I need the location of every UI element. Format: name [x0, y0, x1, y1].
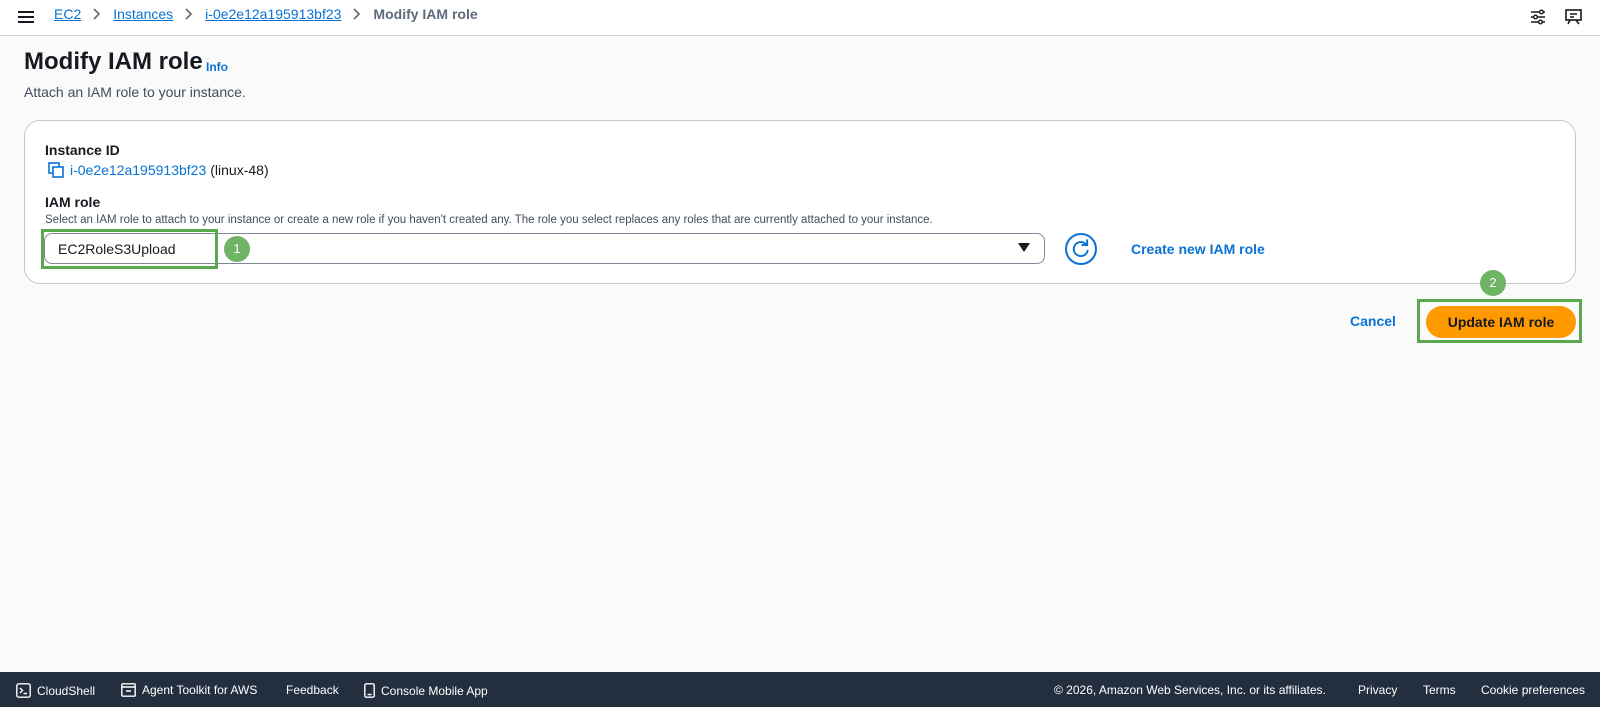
settings-sliders-icon[interactable]	[1528, 7, 1548, 27]
page-title: Modify IAM role	[24, 48, 203, 75]
update-iam-role-button[interactable]: Update IAM role	[1426, 306, 1576, 338]
step-marker-2: 2	[1480, 270, 1506, 296]
top-navigation-bar: EC2 Instances i-0e2e12a195913bf23 Modify…	[0, 0, 1600, 36]
cloudshell-label: CloudShell	[37, 683, 96, 698]
feedback-link[interactable]: Feedback	[286, 683, 339, 697]
iam-role-label: IAM role	[45, 194, 101, 210]
privacy-link[interactable]: Privacy	[1358, 683, 1397, 697]
refresh-icon[interactable]	[1065, 233, 1097, 265]
iam-role-hint: Select an IAM role to attach to your ins…	[45, 214, 933, 226]
breadcrumb: EC2 Instances i-0e2e12a195913bf23 Modify…	[54, 6, 478, 22]
caret-down-icon	[1018, 243, 1030, 252]
console-mobile-app-link[interactable]: Console Mobile App	[364, 683, 488, 698]
chevron-right-icon	[353, 8, 361, 20]
breadcrumb-instance-id[interactable]: i-0e2e12a195913bf23	[205, 6, 341, 22]
agent-toolkit-button[interactable]: Agent Toolkit for AWS	[121, 683, 257, 697]
phone-icon	[364, 683, 375, 698]
page-description: Attach an IAM role to your instance.	[24, 84, 246, 100]
cookie-preferences-link[interactable]: Cookie preferences	[1481, 683, 1585, 697]
breadcrumb-instances[interactable]: Instances	[113, 6, 173, 22]
chevron-right-icon	[93, 8, 101, 20]
highlight-box-role	[41, 229, 218, 269]
copyright-text: © 2026, Amazon Web Services, Inc. or its…	[1054, 683, 1326, 697]
toolkit-icon	[121, 683, 136, 697]
step-marker-1: 1	[224, 236, 250, 262]
terms-link[interactable]: Terms	[1423, 683, 1456, 697]
instance-id-value: i-0e2e12a195913bf23 (linux-48)	[48, 162, 269, 178]
copy-icon[interactable]	[48, 162, 64, 178]
cancel-button[interactable]: Cancel	[1350, 313, 1396, 329]
instance-name: (linux-48)	[210, 162, 269, 178]
instance-id-link[interactable]: i-0e2e12a195913bf23	[70, 162, 206, 178]
info-link[interactable]: Info	[206, 60, 228, 74]
agent-toolkit-label: Agent Toolkit for AWS	[142, 683, 258, 697]
footer: CloudShell Agent Toolkit for AWS Feedbac…	[0, 672, 1600, 707]
instance-id-label: Instance ID	[45, 142, 120, 158]
breadcrumb-current: Modify IAM role	[373, 6, 478, 22]
cloudshell-button[interactable]: CloudShell	[16, 683, 95, 698]
terminal-icon	[16, 683, 31, 698]
chevron-right-icon	[185, 8, 193, 20]
menu-icon[interactable]	[18, 8, 36, 26]
create-new-iam-role-link[interactable]: Create new IAM role	[1131, 241, 1265, 257]
notification-icon[interactable]	[1564, 7, 1584, 27]
breadcrumb-ec2[interactable]: EC2	[54, 6, 81, 22]
mobile-app-label: Console Mobile App	[381, 683, 488, 698]
